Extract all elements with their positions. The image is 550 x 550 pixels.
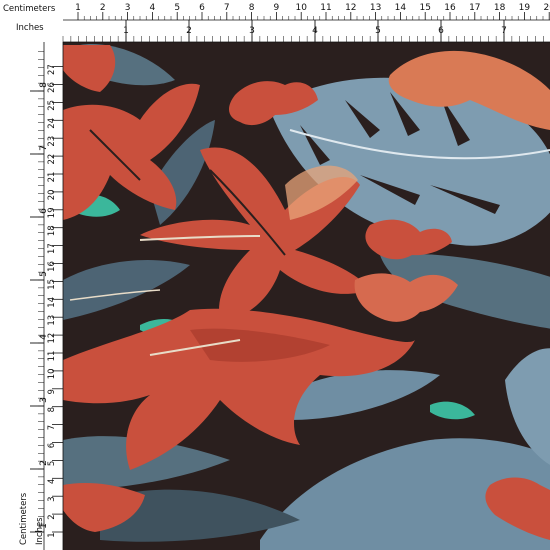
ruler-left-cm-label: 3 bbox=[47, 496, 57, 501]
ruler-top-inch-label: 4 bbox=[312, 26, 318, 36]
ruler-top-cm-label: 6 bbox=[199, 3, 205, 13]
ruler-top: 1234567891011121314151617181920211234567… bbox=[0, 0, 550, 43]
ruler-top-inch-label: 7 bbox=[501, 26, 507, 36]
ruler-top-inch-label: 3 bbox=[249, 26, 255, 36]
ruler-left: 1234567891011121314151617181920212223242… bbox=[0, 42, 64, 550]
fabric-swatch-canvas: 1234567891011121314151617181920211234567… bbox=[0, 0, 550, 550]
ruler-top-cm-label: 14 bbox=[395, 3, 407, 13]
ruler-left-cm-label: 11 bbox=[47, 351, 57, 362]
ruler-left-inch-label: 6 bbox=[39, 208, 49, 214]
ruler-top-cm-label: 1 bbox=[75, 3, 81, 13]
ruler-left-cm-label: 17 bbox=[47, 243, 57, 254]
ruler-left-cm-label: 22 bbox=[47, 154, 57, 165]
ruler-left-inch-label: 8 bbox=[39, 82, 49, 88]
ruler-top-cm-label: 2 bbox=[100, 3, 106, 13]
fabric-print bbox=[63, 42, 550, 550]
ruler-left-cm-label: 24 bbox=[47, 118, 57, 129]
ruler-left-cm-label: 13 bbox=[47, 315, 57, 326]
ruler-top-cm-label: 12 bbox=[345, 3, 356, 13]
ruler-left-cm-label: 14 bbox=[47, 297, 57, 308]
ruler-top-inch-label: 6 bbox=[438, 26, 444, 36]
ruler-top-cm-label: 13 bbox=[370, 3, 381, 13]
ruler-left-cm-label: 7 bbox=[47, 425, 57, 430]
ruler-top-cm-label: 8 bbox=[249, 3, 255, 13]
ruler-top-cm-label: 5 bbox=[174, 3, 180, 13]
ruler-left-cm-label: 18 bbox=[47, 225, 57, 236]
ruler-left-unit-label: Centimeters bbox=[19, 492, 29, 545]
ruler-top-cm-label: 4 bbox=[150, 3, 156, 13]
ruler-top-inch-label: 2 bbox=[186, 26, 192, 36]
ruler-left-cm-label: 1 bbox=[47, 532, 57, 537]
ruler-top-cm-label: 11 bbox=[320, 3, 331, 13]
ruler-top-inch-label: 5 bbox=[375, 26, 381, 36]
ruler-top-cm-label: 3 bbox=[125, 3, 131, 13]
ruler-left-cm-label: 16 bbox=[47, 261, 57, 272]
ruler-left-cm-label: 23 bbox=[47, 136, 57, 147]
ruler-top-cm-label: 9 bbox=[274, 3, 280, 13]
ruler-top-inch-label: Inches bbox=[16, 23, 44, 33]
ruler-top-cm-label: 7 bbox=[224, 3, 230, 13]
ruler-left-cm-label: 25 bbox=[47, 100, 57, 111]
ruler-top-cm-label: 18 bbox=[494, 3, 506, 13]
ruler-left-cm-label: 9 bbox=[47, 389, 57, 394]
ruler-left-cm-label: 21 bbox=[47, 172, 57, 183]
ruler-left-cm-label: 15 bbox=[47, 279, 57, 290]
ruler-left-cm-label: 2 bbox=[47, 514, 57, 519]
ruler-top-cm-label: 19 bbox=[519, 3, 531, 13]
ruler-left-cm-label: 4 bbox=[47, 479, 57, 484]
ruler-left-cm-label: 20 bbox=[47, 189, 57, 200]
ruler-left-cm-label: 8 bbox=[47, 407, 57, 412]
ruler-top-inch-label: 1 bbox=[123, 26, 129, 36]
ruler-top-cm-label: 20 bbox=[543, 3, 550, 13]
ruler-left-cm-label: 6 bbox=[47, 443, 57, 448]
ruler-left-inch-label: 4 bbox=[39, 334, 49, 340]
ruler-left-cm-label: 10 bbox=[47, 368, 57, 379]
ruler-left-cm-label: 27 bbox=[47, 64, 57, 75]
ruler-left-inch-label: Inches bbox=[35, 517, 45, 545]
ruler-top-unit-label: Centimeters bbox=[3, 4, 56, 14]
ruler-top-cm-label: 15 bbox=[419, 3, 430, 13]
ruler-top-cm-label: 16 bbox=[444, 3, 456, 13]
ruler-top-cm-label: 17 bbox=[469, 3, 480, 13]
ruler-top-cm-label: 10 bbox=[295, 3, 307, 13]
